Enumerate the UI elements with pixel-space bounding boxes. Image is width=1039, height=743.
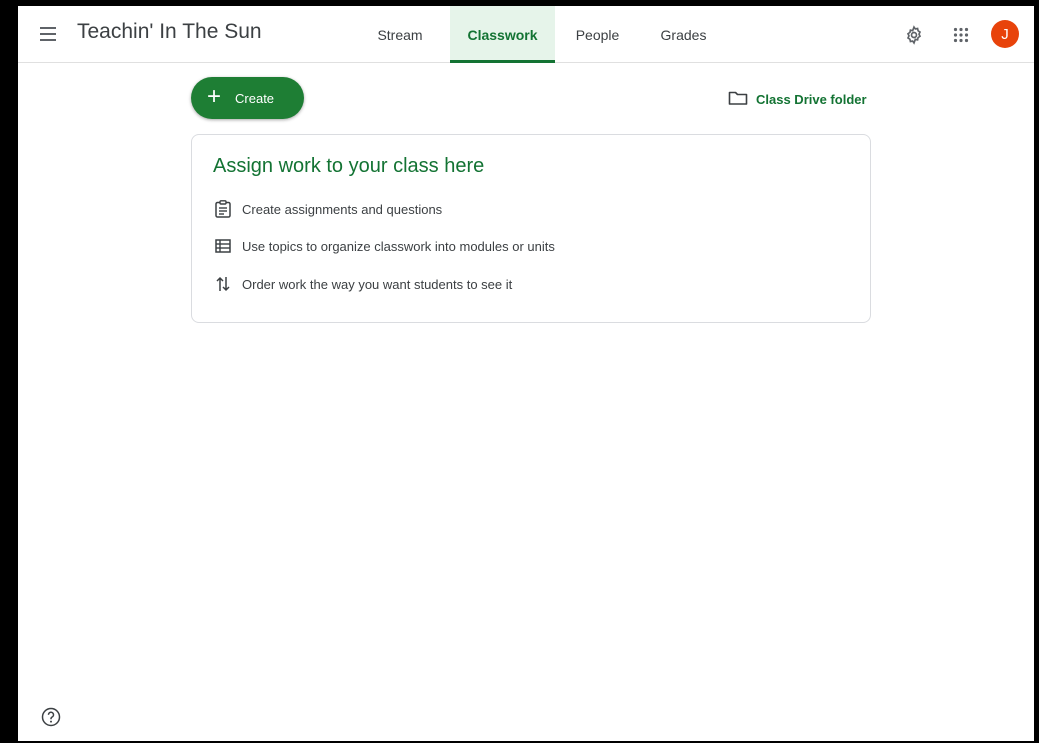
tab-stream[interactable]: Stream <box>350 6 450 63</box>
classroom-window: Teachin' In The Sun Stream Classwork Peo… <box>18 6 1034 741</box>
empty-state-item: Use topics to organize classwork into mo… <box>214 237 555 255</box>
empty-state-title: Assign work to your class here <box>213 155 485 177</box>
assignment-icon <box>214 200 232 218</box>
class-drive-folder-link[interactable]: Class Drive folder <box>728 90 867 109</box>
topic-list-icon <box>214 237 232 255</box>
empty-state-item: Create assignments and questions <box>214 200 442 218</box>
class-name[interactable]: Teachin' In The Sun <box>77 20 262 44</box>
plus-icon: + <box>207 83 222 110</box>
class-drive-folder-label: Class Drive folder <box>756 92 867 107</box>
reorder-arrows-icon <box>214 275 232 293</box>
empty-state-item-text: Use topics to organize classwork into mo… <box>242 238 555 254</box>
empty-state-card: Assign work to your class here Create as… <box>191 134 871 323</box>
top-app-bar: Teachin' In The Sun Stream Classwork Peo… <box>18 6 1034 63</box>
apps-grid-icon[interactable] <box>947 21 975 49</box>
empty-state-item: Order work the way you want students to … <box>214 275 512 293</box>
tab-bar: Stream Classwork People Grades <box>350 6 727 63</box>
create-button-label: Create <box>235 90 275 106</box>
hamburger-menu-icon[interactable] <box>36 22 60 46</box>
create-button[interactable]: + Create <box>191 77 304 119</box>
empty-state-item-text: Order work the way you want students to … <box>242 276 513 292</box>
empty-state-item-text: Create assignments and questions <box>242 201 443 217</box>
gear-icon[interactable] <box>900 21 928 49</box>
tab-grades[interactable]: Grades <box>640 6 727 63</box>
tab-people[interactable]: People <box>555 6 640 63</box>
help-icon[interactable] <box>40 706 62 728</box>
folder-icon <box>728 90 748 109</box>
avatar[interactable]: J <box>991 20 1019 48</box>
tab-classwork[interactable]: Classwork <box>450 6 555 63</box>
